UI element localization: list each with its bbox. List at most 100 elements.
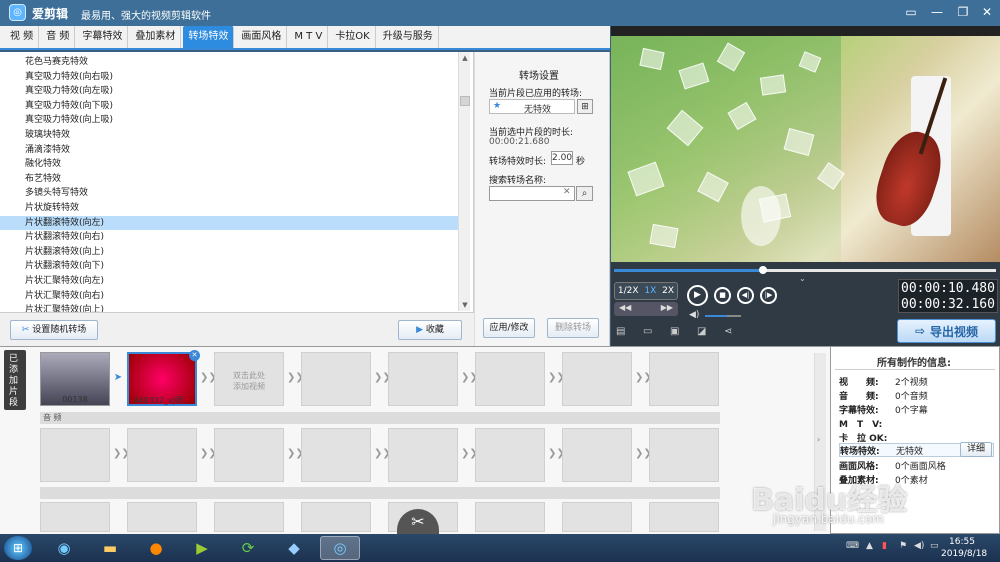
media-player-icon[interactable]: ▶ — [182, 536, 222, 560]
transition-item[interactable]: 真空吸力特效(向下吸) — [0, 99, 458, 114]
tray-expand-icon[interactable]: ▲ — [866, 541, 873, 551]
transition-item[interactable]: 片状旋转特效 — [0, 201, 458, 216]
prev-frame-button[interactable]: ◀| — [737, 287, 754, 304]
empty-slot[interactable] — [388, 352, 458, 406]
speed-half[interactable]: 1/2X — [618, 286, 639, 296]
close-button[interactable]: ✕ — [978, 4, 996, 20]
new-project-icon[interactable]: ▤ — [616, 326, 625, 337]
extra-slot[interactable] — [40, 502, 110, 532]
step-forward-icon[interactable]: ▶▶ — [661, 303, 673, 312]
scroll-down-icon[interactable]: ▼ — [460, 301, 470, 309]
aijianji-taskbar-icon[interactable]: ◎ — [320, 536, 360, 560]
volume-tray-icon[interactable]: ◀) — [914, 541, 924, 551]
detail-button[interactable]: 详细 — [960, 442, 992, 457]
favorite-button[interactable]: ▶ 收藏 — [398, 320, 462, 340]
list-scrollbar[interactable]: ▲ ▼ — [458, 52, 470, 311]
open-folder-icon[interactable]: ▭ — [643, 326, 652, 337]
tab-subtitle-effects[interactable]: 字幕特效 — [77, 26, 129, 48]
transition-item[interactable]: 片状翻滚特效(向左) — [0, 215, 458, 231]
random-transition-button[interactable]: ✂ 设置随机转场 — [10, 320, 98, 340]
extra-slot[interactable] — [214, 502, 284, 532]
extra-slot[interactable] — [562, 502, 632, 532]
audio-slot[interactable] — [649, 428, 719, 482]
tab-karaoke[interactable]: 卡拉OK — [330, 26, 376, 48]
keyboard-icon[interactable]: ⌨ — [846, 541, 859, 551]
transition-item[interactable]: 真空吸力特效(向右吸) — [0, 70, 458, 85]
add-video-slot[interactable]: 双击此处添加视频 — [214, 352, 284, 406]
audio-slot[interactable] — [388, 428, 458, 482]
clock-date[interactable]: 2019/8/18 — [941, 549, 987, 559]
sync-icon[interactable]: ⟳ — [228, 536, 268, 560]
empty-slot[interactable] — [301, 352, 371, 406]
extra-slot[interactable] — [475, 502, 545, 532]
audio-slot[interactable] — [127, 428, 197, 482]
transition-item[interactable]: 片状翻滚特效(向下) — [0, 259, 458, 274]
tab-filter-style[interactable]: 画面风格 — [236, 26, 288, 48]
play-button[interactable]: ▶ — [687, 285, 708, 306]
save-as-icon[interactable]: ◪ — [697, 326, 706, 337]
start-button[interactable]: ⊞ — [4, 536, 32, 560]
battery-icon[interactable]: ▭ — [930, 541, 939, 551]
frame-step-control[interactable]: ◀◀ ▶▶ — [614, 302, 678, 316]
transition-item[interactable]: 融化特效 — [0, 157, 458, 172]
extra-slot[interactable] — [649, 502, 719, 532]
expand-info-icon[interactable]: › — [817, 435, 820, 444]
tab-video[interactable]: 视 频 — [5, 26, 40, 48]
skin-button[interactable]: ▭ — [902, 4, 920, 20]
scroll-thumb[interactable] — [460, 96, 470, 106]
transition-item[interactable]: 真空吸力特效(向上吸) — [0, 113, 458, 128]
audio-slot[interactable] — [301, 428, 371, 482]
audio-slot[interactable] — [40, 428, 110, 482]
security-icon[interactable]: ▮ — [882, 541, 887, 551]
transition-item[interactable]: 片状汇聚特效(向右) — [0, 289, 458, 304]
file-explorer-icon[interactable]: ▬ — [90, 536, 130, 560]
tab-transitions[interactable]: 转场特效 — [183, 26, 235, 48]
maximize-button[interactable]: ❐ — [954, 4, 972, 20]
audio-slot[interactable] — [562, 428, 632, 482]
preview-effect-button[interactable]: ⊞ — [577, 99, 593, 114]
transition-item[interactable]: 布艺特效 — [0, 172, 458, 187]
tab-upgrade[interactable]: 升级与服务 — [378, 26, 439, 48]
empty-slot[interactable] — [562, 352, 632, 406]
search-icon[interactable]: ⌕ — [576, 186, 593, 201]
speed-2x[interactable]: 2X — [662, 286, 674, 296]
speed-1x[interactable]: 1X — [644, 286, 656, 296]
extra-slot[interactable] — [127, 502, 197, 532]
network-icon[interactable]: ⚑ — [899, 541, 907, 551]
stop-button[interactable]: ■ — [714, 287, 731, 304]
share-icon[interactable]: ⋖ — [724, 326, 732, 337]
transition-item[interactable]: 真空吸力特效(向左吸) — [0, 84, 458, 99]
next-frame-button[interactable]: |▶ — [760, 287, 777, 304]
transition-item[interactable]: 涌滴漆特效 — [0, 143, 458, 158]
effect-duration-input[interactable]: 2.00 — [551, 151, 573, 165]
tab-overlay[interactable]: 叠加素材 — [130, 26, 182, 48]
transition-item[interactable]: 花色马赛克特效 — [0, 55, 458, 70]
transition-item[interactable]: 多镜头特写特效 — [0, 186, 458, 201]
extra-slot[interactable] — [301, 502, 371, 532]
notebook-icon[interactable]: ◆ — [274, 536, 314, 560]
save-icon[interactable]: ▣ — [670, 326, 679, 337]
clear-search-icon[interactable]: ✕ — [563, 187, 571, 197]
minimize-button[interactable]: — — [928, 4, 946, 20]
transition-item[interactable]: 片状翻滚特效(向右) — [0, 230, 458, 245]
clock-time[interactable]: 16:55 — [949, 537, 975, 547]
tab-mtv[interactable]: M T V — [289, 26, 329, 48]
scroll-up-icon[interactable]: ▲ — [460, 54, 470, 62]
transition-item[interactable]: 片状翻滚特效(向上) — [0, 245, 458, 260]
collapse-icon[interactable]: ⌄ — [799, 274, 806, 283]
tab-audio[interactable]: 音 频 — [41, 26, 76, 48]
progress-handle[interactable] — [758, 266, 767, 274]
audio-slot[interactable] — [214, 428, 284, 482]
remove-clip-icon[interactable]: ✕ — [189, 350, 200, 361]
step-back-icon[interactable]: ◀◀ — [619, 303, 631, 312]
firefox-icon[interactable]: ● — [136, 536, 176, 560]
media-center-icon[interactable]: ◉ — [44, 536, 84, 560]
transition-item[interactable]: 玻璃块特效 — [0, 128, 458, 143]
transition-item[interactable]: 片状汇聚特效(向左) — [0, 274, 458, 289]
empty-slot[interactable] — [475, 352, 545, 406]
apply-button[interactable]: 应用/修改 — [483, 318, 535, 338]
volume-icon[interactable]: ◀) — [689, 310, 699, 320]
empty-slot[interactable] — [649, 352, 719, 406]
audio-slot[interactable] — [475, 428, 545, 482]
export-video-button[interactable]: ⇨ 导出视频 — [897, 319, 996, 343]
